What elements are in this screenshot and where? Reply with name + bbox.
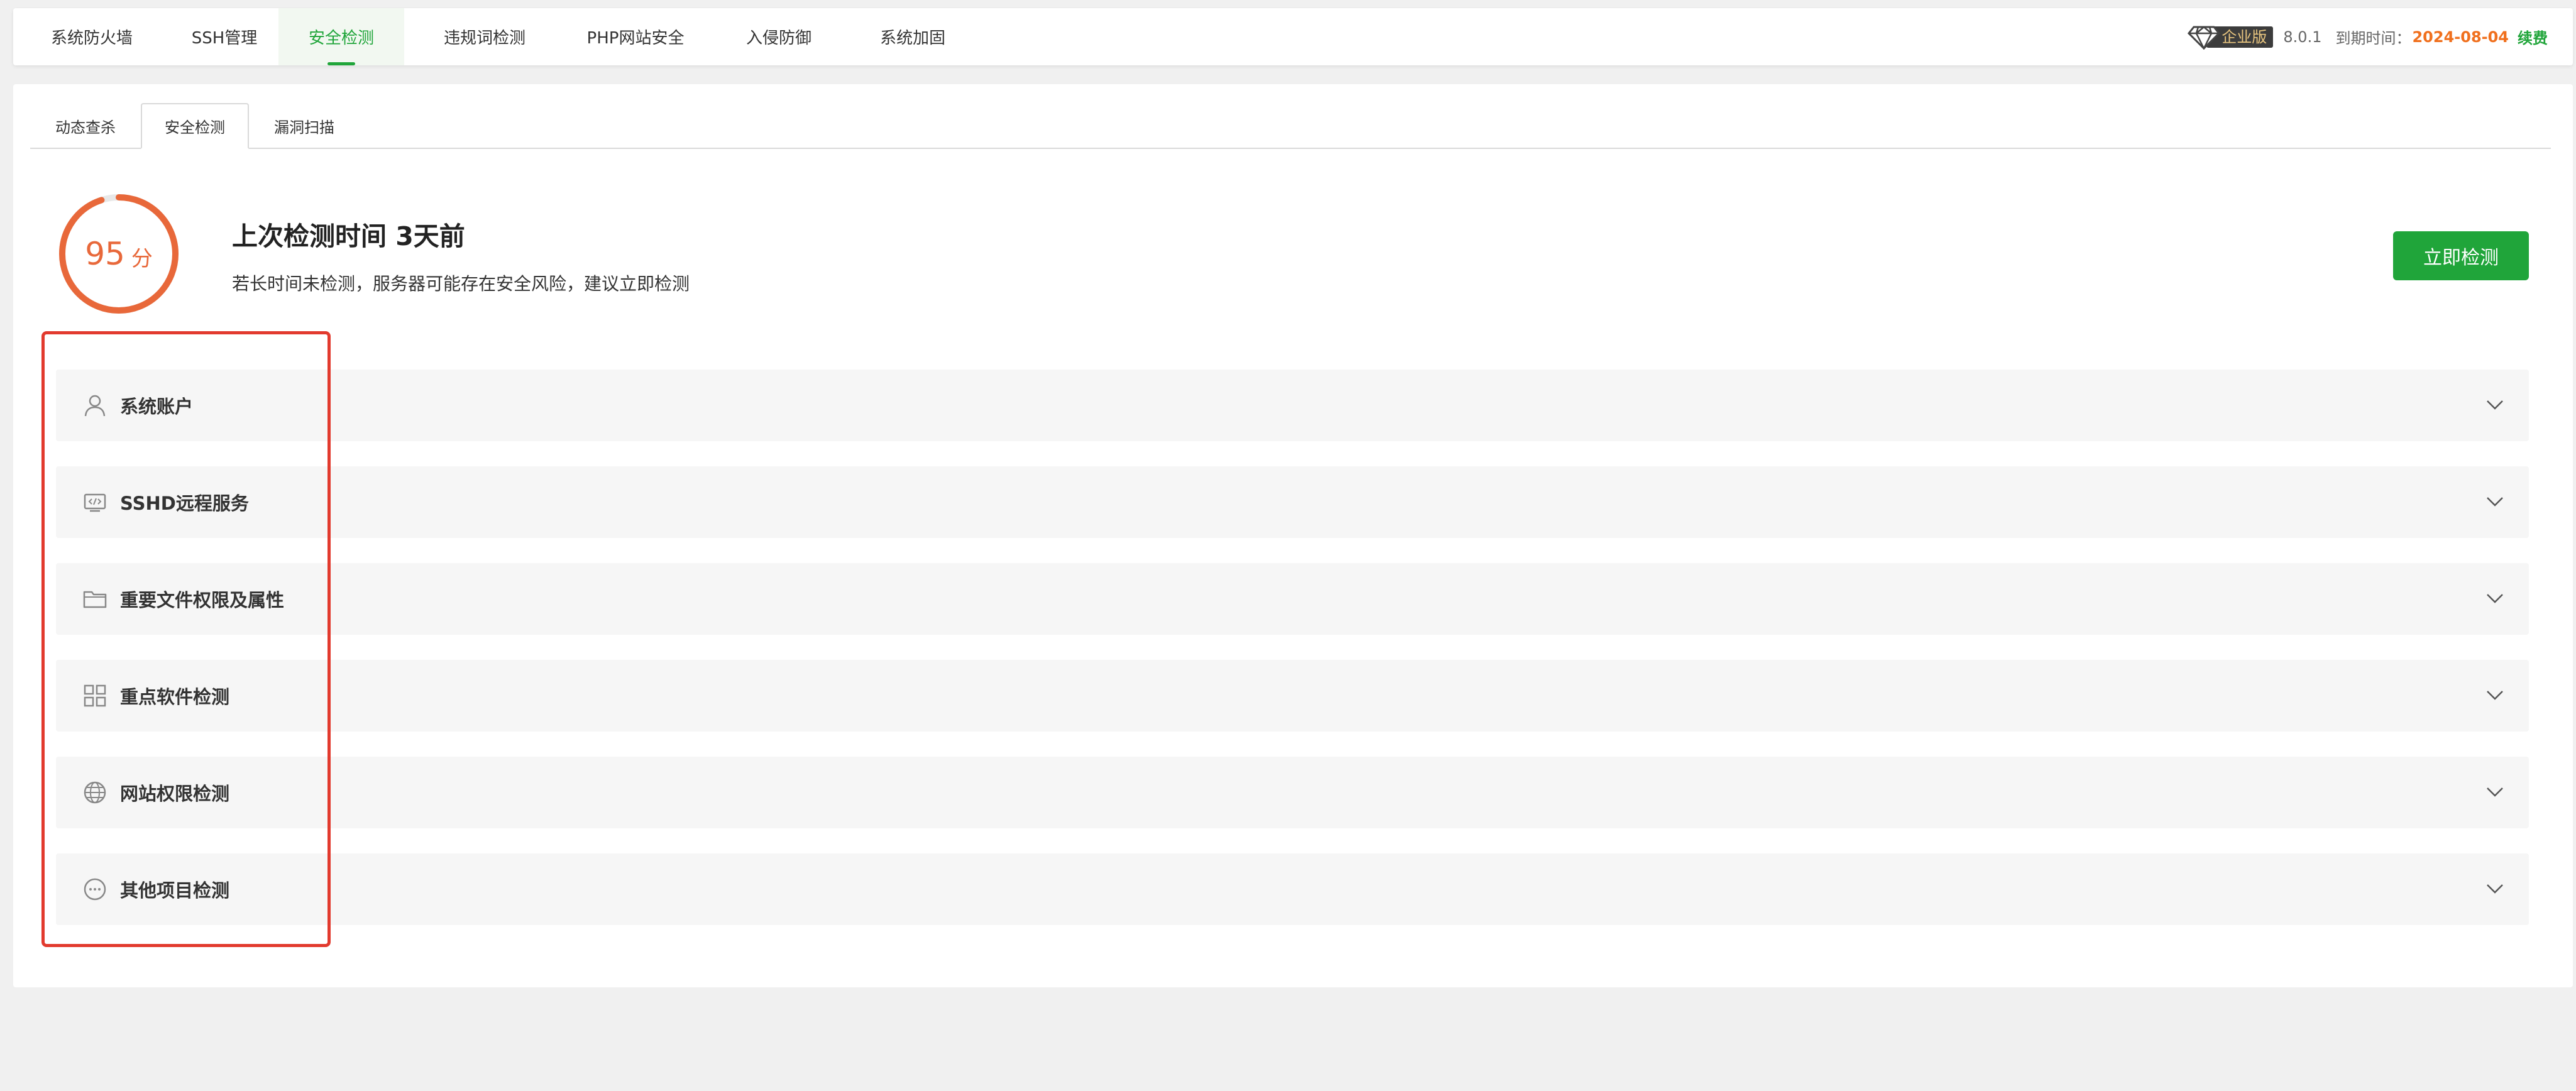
expire-date: 2024-08-04 (2412, 28, 2509, 46)
tab-security-check[interactable]: 安全检测 (278, 8, 404, 65)
accordion-label: 系统账户 (120, 396, 194, 417)
tab-php-security[interactable]: PHP网站安全 (560, 8, 711, 65)
accordion-label: SSHD远程服务 (120, 493, 249, 514)
license-info: 企业版 8.0.1 到期时间： 2024-08-04 续费 (2188, 8, 2548, 65)
subtab-dynamic-scan[interactable]: 动态查杀 (30, 103, 141, 149)
subtab-bar: 动态查杀 安全检测 漏洞扫描 (30, 103, 2551, 149)
accordion-system-accounts[interactable]: 系统账户 (56, 370, 2529, 441)
accordion-label: 网站权限检测 (120, 783, 230, 804)
subtab-vuln-scan[interactable]: 漏洞扫描 (249, 103, 360, 149)
top-nav: 系统防火墙 SSH管理 安全检测 违规词检测 PHP网站安全 入侵防御 系统加固… (13, 8, 2573, 65)
risk-description: 若长时间未检测，服务器可能存在安全风险，建议立即检测 (232, 273, 690, 294)
accordion-key-software[interactable]: 重点软件检测 (56, 660, 2529, 732)
folder-icon (83, 591, 107, 608)
chevron-down-icon[interactable] (2484, 877, 2506, 900)
globe-icon (84, 781, 106, 804)
renew-link[interactable]: 续费 (2518, 26, 2548, 48)
subtab-security-check[interactable]: 安全检测 (141, 103, 249, 149)
accordion-label: 重点软件检测 (120, 686, 230, 708)
tab-intrusion[interactable]: 入侵防御 (716, 8, 842, 65)
tab-firewall[interactable]: 系统防火墙 (26, 8, 158, 65)
chevron-down-icon[interactable] (2484, 587, 2506, 610)
chevron-down-icon[interactable] (2484, 490, 2506, 513)
score-value: 95 分 (56, 191, 182, 317)
terminal-icon (84, 493, 106, 512)
accordion-site-permissions[interactable]: 网站权限检测 (56, 757, 2529, 828)
chevron-down-icon[interactable] (2484, 393, 2506, 416)
chevron-down-icon[interactable] (2484, 684, 2506, 706)
score-number: 95 (85, 236, 125, 272)
main-panel: 动态查杀 安全检测 漏洞扫描 95 分 上次检测时间 3天前 若长时间未检测，服… (13, 84, 2573, 987)
grid-icon (84, 684, 106, 707)
tab-ssh[interactable]: SSH管理 (158, 8, 291, 65)
edition-badge: 企业版 (2188, 25, 2274, 50)
tab-hardening[interactable]: 系统加固 (847, 8, 979, 65)
chevron-down-icon[interactable] (2484, 781, 2506, 803)
tab-word-check[interactable]: 违规词检测 (416, 8, 554, 65)
accordion-file-permissions[interactable]: 重要文件权限及属性 (56, 563, 2529, 635)
last-check-title: 上次检测时间 3天前 (232, 221, 465, 251)
user-icon (84, 395, 106, 417)
accordion-label: 其他项目检测 (120, 880, 230, 901)
accordion-label: 重要文件权限及属性 (120, 589, 285, 611)
accordion-other-items[interactable]: 其他项目检测 (56, 853, 2529, 925)
diamond-icon (2188, 25, 2221, 50)
expire-label: 到期时间： (2335, 30, 2411, 47)
accordion-sshd-service[interactable]: SSHD远程服务 (56, 466, 2529, 538)
scan-now-button[interactable]: 立即检测 (2393, 231, 2529, 280)
more-icon (84, 878, 106, 901)
score-unit: 分 (131, 246, 153, 271)
version-text: 8.0.1 (2283, 28, 2322, 46)
